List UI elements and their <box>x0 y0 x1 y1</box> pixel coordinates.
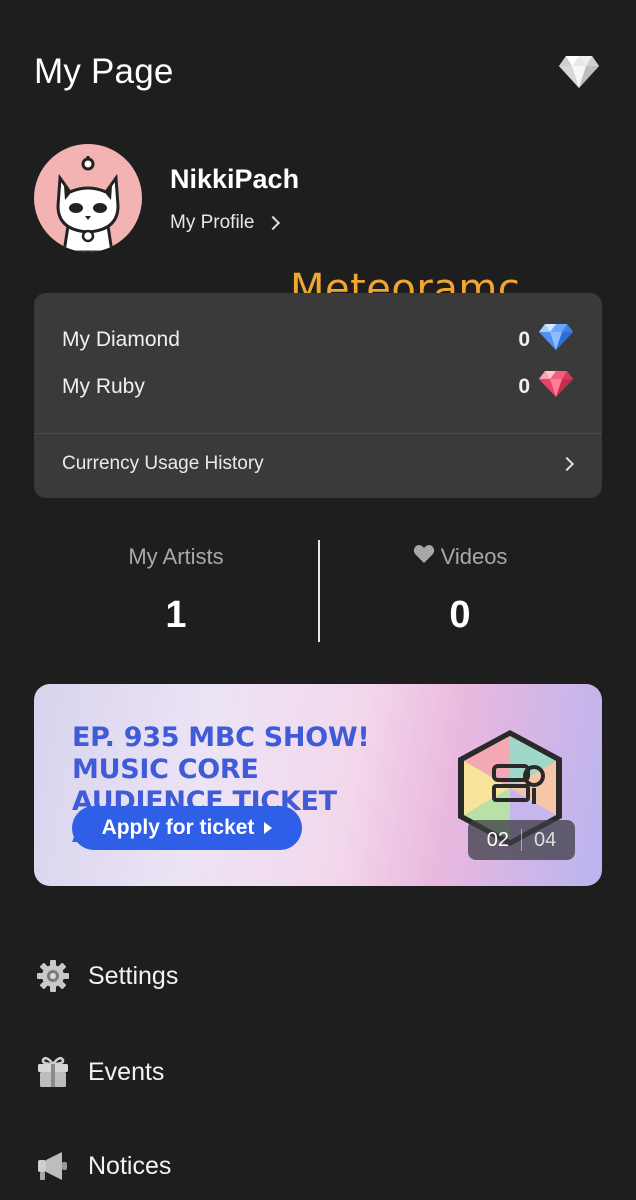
chevron-right-icon <box>559 456 575 472</box>
gear-icon <box>36 959 70 993</box>
header: My Page <box>34 52 600 96</box>
currency-usage-history-label: Currency Usage History <box>62 453 264 474</box>
my-diamond-value: 0 <box>518 328 530 351</box>
banner-pager: 02 04 <box>468 820 575 860</box>
my-diamond-row: My Diamond 0 <box>62 324 574 356</box>
videos-stat[interactable]: Videos 0 <box>318 540 602 637</box>
currency-card: My Diamond 0 My Ruby 0 Currency Usage Hi… <box>34 293 602 498</box>
videos-label: Videos <box>440 544 508 569</box>
my-ruby-row: My Ruby 0 <box>62 371 574 403</box>
menu-item-notices[interactable]: Notices <box>36 1146 171 1186</box>
gift-icon <box>36 1055 70 1089</box>
blue-diamond-icon <box>538 322 574 358</box>
my-artists-stat[interactable]: My Artists 1 <box>34 540 318 637</box>
play-arrow-icon <box>264 822 273 834</box>
my-artists-label: My Artists <box>128 544 224 569</box>
diamond-icon[interactable] <box>558 54 600 90</box>
ruby-icon <box>538 369 574 405</box>
menu-item-events[interactable]: Events <box>36 1052 164 1092</box>
menu-label-events: Events <box>88 1057 165 1086</box>
megaphone-icon <box>36 1149 70 1183</box>
event-banner[interactable]: EP. 935 MBC SHOW! MUSIC CORE AUDIENCE TI… <box>34 684 602 886</box>
menu-item-settings[interactable]: Settings <box>36 956 178 996</box>
menu-label-notices: Notices <box>88 1151 172 1180</box>
videos-count: 0 <box>449 594 471 636</box>
apply-for-ticket-button[interactable]: Apply for ticket <box>72 806 302 850</box>
heart-icon <box>413 544 435 570</box>
chevron-right-icon <box>266 215 281 231</box>
pager-total: 04 <box>534 828 557 851</box>
pager-current: 02 <box>486 828 509 851</box>
avatar[interactable] <box>34 144 142 252</box>
currency-usage-history-link[interactable]: Currency Usage History <box>62 449 575 479</box>
my-profile-label: My Profile <box>170 212 255 233</box>
page-title: My Page <box>34 52 174 91</box>
banner-title-line1: EP. 935 MBC SHOW! MUSIC CORE <box>72 722 370 785</box>
card-divider <box>34 433 602 434</box>
my-diamond-label: My Diamond <box>62 328 180 351</box>
menu-label-settings: Settings <box>88 961 179 990</box>
profile-section: NikkiPach My Profile <box>34 144 594 252</box>
my-profile-link[interactable]: My Profile <box>170 212 281 234</box>
stats-section: My Artists 1 Videos 0 <box>34 540 602 642</box>
username: NikkiPach <box>170 164 300 194</box>
my-artists-count: 1 <box>165 594 187 636</box>
my-ruby-value: 0 <box>518 375 530 398</box>
my-ruby-label: My Ruby <box>62 375 145 398</box>
apply-button-label: Apply for ticket <box>101 816 255 839</box>
